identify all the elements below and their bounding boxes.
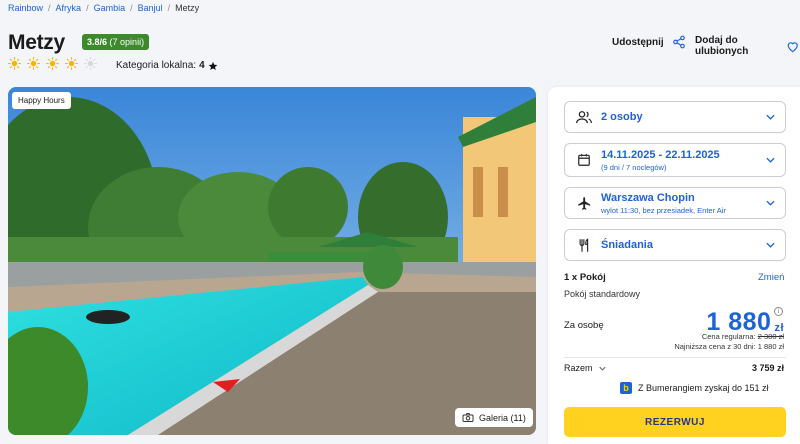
divider — [564, 357, 786, 358]
persons-value: 2 osoby — [601, 111, 643, 123]
board-value: Śniadania — [601, 239, 653, 251]
local-category-value: 4 — [199, 60, 205, 71]
regular-price-value: 2 380 zł — [757, 332, 784, 341]
lowest-price: Najniższa cena z 30 dni: 1 880 zł — [674, 342, 784, 351]
total-toggle[interactable]: Razem — [564, 363, 606, 373]
departure-select[interactable]: Warszawa Chopin wylot 11:30, bez przesia… — [564, 187, 786, 219]
heart-icon — [788, 41, 799, 52]
sun-icon — [65, 57, 78, 70]
share-button[interactable]: Udostępnij — [612, 35, 686, 49]
booking-panel: 2 osoby 14.11.2025 - 22.11.2025 (9 dni /… — [548, 87, 800, 444]
breadcrumb-separator: / — [86, 3, 89, 13]
gallery-label: Galeria (11) — [479, 412, 526, 423]
chevron-down-icon — [765, 200, 775, 206]
breadcrumb-africa[interactable]: Afryka — [56, 3, 82, 13]
dates-duration: (9 dni / 7 noclegów) — [601, 162, 667, 172]
local-category-label: Kategoria lokalna: — [116, 60, 197, 71]
chevron-down-icon — [765, 114, 775, 120]
boomerang-info: b Z Bumerangiem zyskaj do 151 zł — [620, 382, 769, 394]
lowest-price-label: Najniższa cena z 30 dni: — [674, 342, 756, 351]
rating-value: 3.8/6 — [87, 37, 108, 47]
change-room-link[interactable]: Zmień — [758, 272, 784, 283]
share-label: Udostępnij — [612, 36, 664, 48]
breadcrumb: Rainbow / Afryka / Gambia / Banjul / Met… — [8, 3, 199, 13]
departure-value: Warszawa Chopin — [601, 191, 695, 204]
hotel-photo[interactable] — [8, 87, 536, 435]
cutlery-icon — [575, 237, 593, 253]
sun-rating — [8, 57, 97, 70]
regular-price-label: Cena regularna: — [701, 332, 756, 341]
reserve-button[interactable]: REZERWUJ — [564, 407, 786, 437]
breadcrumb-gambia[interactable]: Gambia — [94, 3, 126, 13]
room-count: 1 x Pokój — [564, 272, 606, 283]
chevron-down-icon — [765, 242, 775, 248]
gallery-button[interactable]: Galeria (11) — [455, 408, 533, 427]
chevron-down-icon — [598, 366, 606, 371]
calendar-icon — [575, 153, 593, 167]
plane-icon — [575, 196, 593, 211]
breadcrumb-separator: / — [130, 3, 133, 13]
users-icon — [575, 110, 593, 124]
rating-badge[interactable]: 3.8/6 (7 opinii) — [82, 34, 150, 50]
dates-value: 14.11.2025 - 22.11.2025 — [601, 148, 720, 161]
boomerang-icon: b — [620, 382, 632, 394]
local-category: Kategoria lokalna: 4 — [116, 60, 218, 71]
rating-reviews: (7 opinii) — [109, 37, 145, 47]
total-price: 3 759 zł — [751, 363, 784, 373]
favorite-label: Dodaj do ulubionych — [695, 35, 749, 57]
sun-icon — [46, 57, 59, 70]
pool-photo — [8, 87, 536, 435]
star-icon — [208, 61, 217, 70]
sun-icon — [84, 57, 97, 70]
dates-select[interactable]: 14.11.2025 - 22.11.2025 (9 dni / 7 nocle… — [564, 143, 786, 177]
board-select[interactable]: Śniadania — [564, 229, 786, 261]
departure-details: wylot 11:30, bez przesiadek, Enter Air — [601, 205, 726, 215]
breadcrumb-current: Metzy — [175, 3, 200, 13]
sun-icon — [8, 57, 21, 70]
breadcrumb-rainbow[interactable]: Rainbow — [8, 3, 43, 13]
share-icon — [672, 35, 685, 49]
breadcrumb-banjul[interactable]: Banjul — [138, 3, 163, 13]
camera-icon — [462, 413, 474, 422]
happy-hours-badge: Happy Hours — [12, 92, 71, 109]
hotel-title: Metzy — [8, 31, 65, 54]
per-person-label: Za osobę — [564, 320, 604, 331]
persons-select[interactable]: 2 osoby — [564, 101, 786, 133]
regular-price: Cena regularna: 2 380 zł — [702, 332, 784, 341]
boomerang-text: Z Bumerangiem zyskaj do 151 zł — [638, 383, 769, 393]
total-label: Razem — [564, 363, 593, 373]
sun-icon — [27, 57, 40, 70]
lowest-price-value: 1 880 zł — [757, 342, 784, 351]
favorite-button[interactable]: Dodaj do ulubionych — [695, 35, 800, 57]
breadcrumb-separator: / — [167, 3, 171, 13]
breadcrumb-separator: / — [48, 3, 51, 13]
chevron-down-icon — [765, 157, 775, 163]
room-type: Pokój standardowy — [564, 289, 641, 299]
